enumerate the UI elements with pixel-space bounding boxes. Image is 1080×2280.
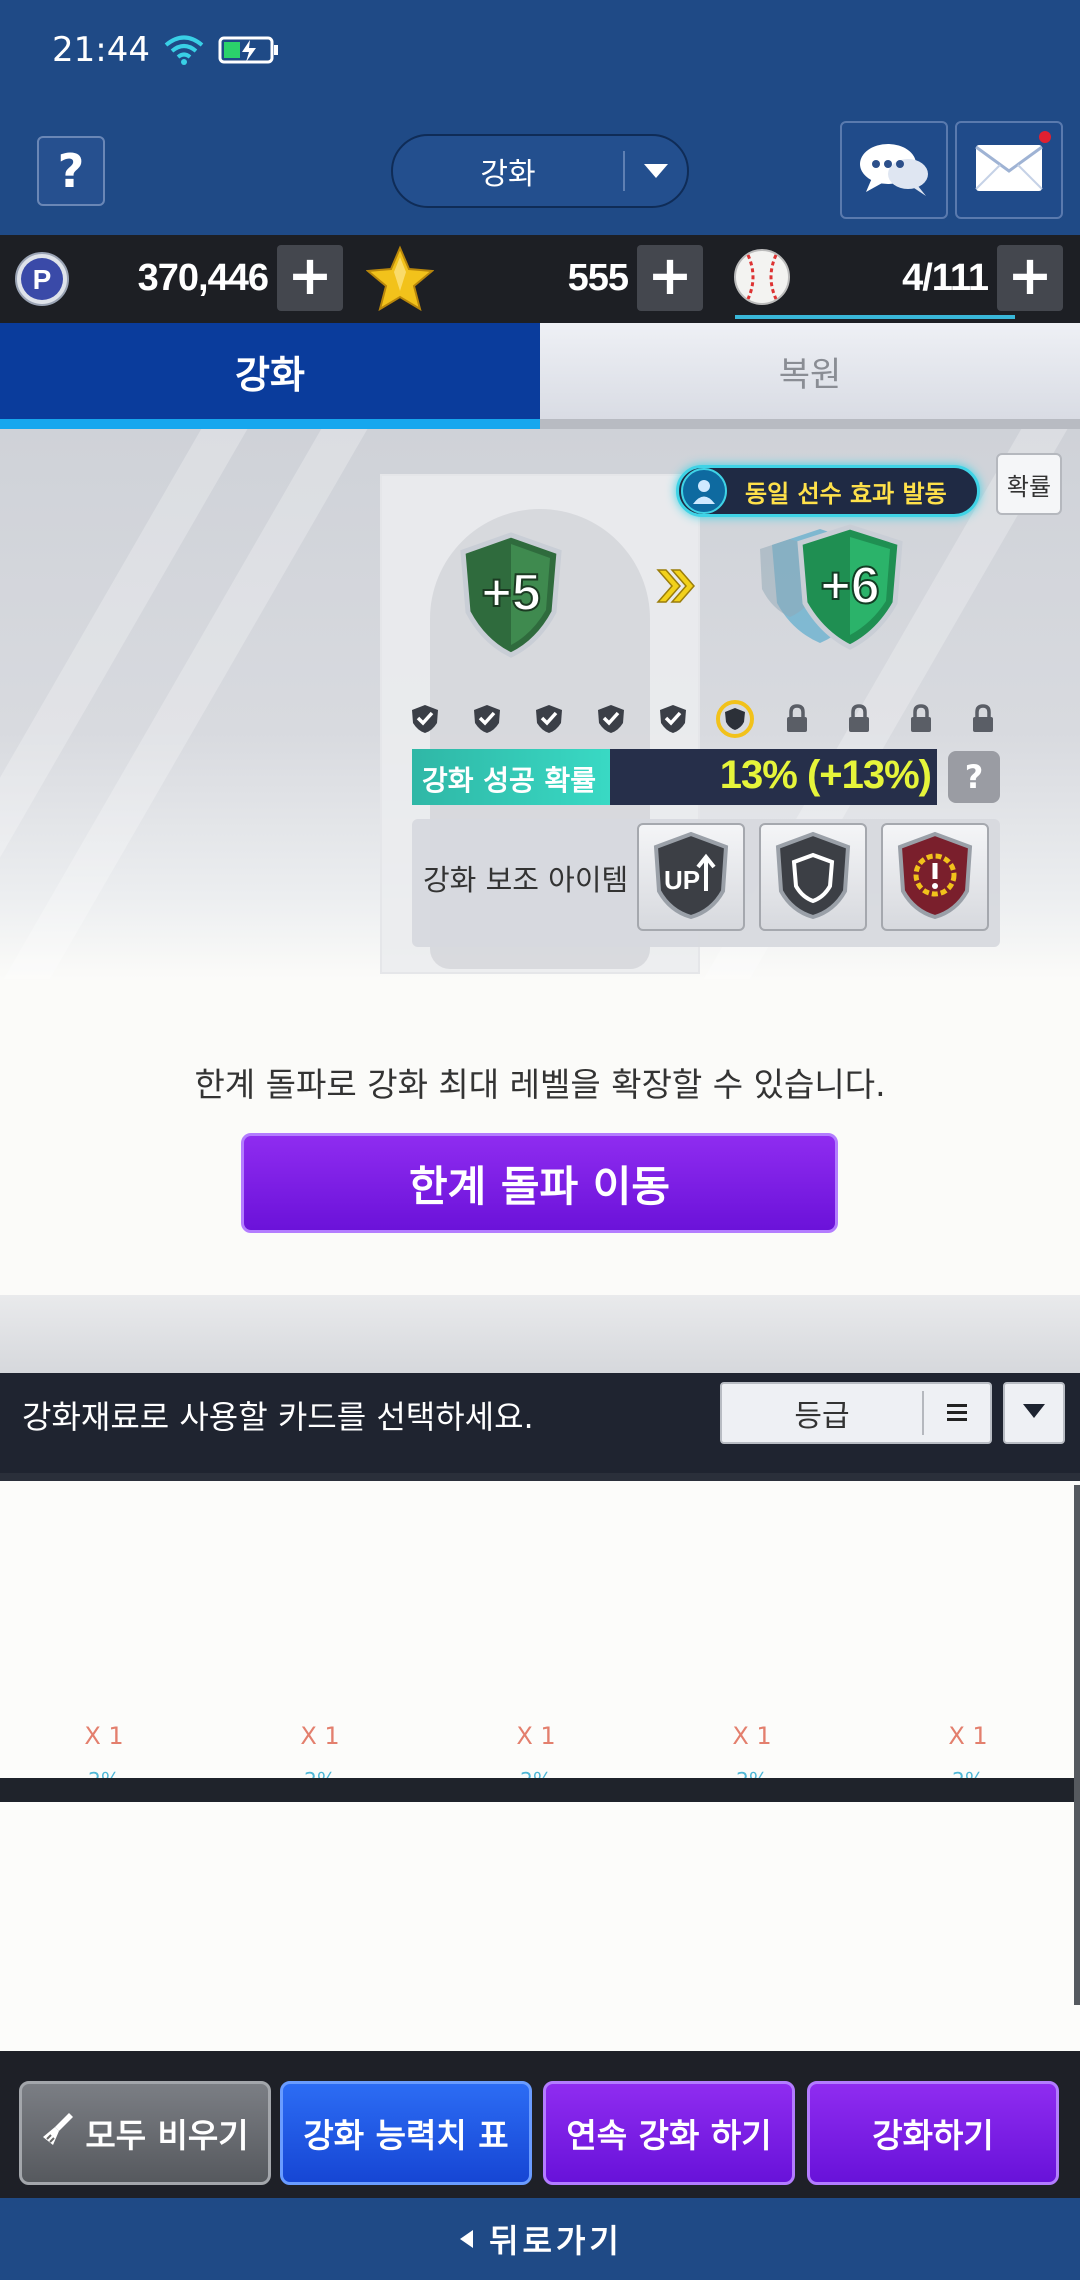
level-checked-icon [591, 699, 631, 739]
chevron-down-icon [1021, 1402, 1047, 1424]
broom-icon [41, 2111, 75, 2155]
tab-bar: 강화 복원 [0, 323, 1080, 429]
aux-item-shield[interactable] [759, 823, 867, 931]
enhance-stage: 동일 선수 효과 발동 확률 +5 +6 강화 성공 확률 13% (+13%)… [0, 429, 1080, 979]
add-points-button[interactable]: + [277, 245, 343, 311]
mail-icon [974, 143, 1044, 197]
clear-all-button[interactable]: 모두 비우기 [19, 2081, 271, 2185]
sort-label: 등급 [794, 1399, 850, 1434]
tab-enhance[interactable]: 강화 [0, 323, 540, 429]
svg-text:P: P [33, 264, 52, 295]
cards-underline [735, 315, 1015, 319]
slot-count: X 1 [516, 1722, 556, 1750]
chevron-right-icon [656, 568, 696, 608]
same-player-badge-label: 동일 선수 효과 발동 [745, 479, 947, 508]
lock-icon [963, 699, 1003, 739]
material-bar-edge [0, 1473, 1080, 1481]
chevron-left-icon [457, 2220, 475, 2258]
points-value: 370,446 [137, 257, 269, 299]
shield-item-icon [774, 831, 852, 923]
currency-bar: P 370,446 + 555 + 4/111 + [0, 235, 1080, 323]
material-card-grid[interactable] [0, 1481, 1080, 2051]
cards-value: 4/111 [902, 257, 989, 299]
slot-count: X 1 [732, 1722, 772, 1750]
material-instruction: 강화재료로 사용할 카드를 선택하세요. [22, 1398, 534, 1436]
grid-row-separator [0, 1778, 1080, 1802]
current-level-shield: +5 [458, 532, 564, 662]
baseball-icon [732, 247, 792, 311]
aux-item-up[interactable]: UP [637, 823, 745, 931]
mode-dropdown-label: 강화 [480, 157, 536, 192]
level-checked-icon [467, 699, 507, 739]
success-rate-bar: 강화 성공 확률 13% (+13%) [412, 749, 937, 805]
level-checked-icon [529, 699, 569, 739]
grid-scrollbar[interactable] [1074, 1485, 1080, 2005]
slot-count: X 1 [948, 1722, 988, 1750]
continuous-enhance-button[interactable]: 연속 강화 하기 [543, 2081, 795, 2185]
success-rate-value: 13% (+13%) [719, 753, 932, 797]
current-level-text: +5 [481, 564, 540, 622]
wifi-icon [164, 34, 204, 66]
warning-item-icon [896, 831, 974, 923]
chat-icon [856, 136, 932, 204]
up-item-icon: UP [652, 831, 730, 923]
mode-dropdown[interactable]: 강화 [391, 134, 689, 208]
lock-icon [777, 699, 817, 739]
help-button[interactable]: ? [37, 136, 105, 206]
list-icon [924, 1402, 990, 1424]
limit-break-message: 한계 돌파로 강화 최대 레벨을 확장할 수 있습니다. [194, 1065, 886, 1104]
chevron-down-icon [625, 162, 687, 180]
add-cards-button[interactable]: + [997, 245, 1063, 311]
status-time: 21:44 [52, 30, 150, 70]
slot-count: X 1 [300, 1722, 340, 1750]
status-bar: 21:44 [52, 30, 280, 70]
stat-table-button[interactable]: 강화 능력치 표 [280, 2081, 532, 2185]
level-checked-icon [653, 699, 693, 739]
notification-dot [1039, 131, 1051, 143]
section-divider [0, 1295, 1080, 1373]
aux-item-label: 강화 보조 아이템 [423, 863, 629, 897]
sort-select[interactable]: 등급 [720, 1382, 992, 1444]
battery-icon [218, 34, 280, 66]
aux-item-warning[interactable] [881, 823, 989, 931]
stars-value: 555 [567, 257, 629, 299]
enhance-button[interactable]: 강화하기 [807, 2081, 1059, 2185]
point-coin-icon: P [14, 251, 70, 311]
svg-text:UP: UP [664, 865, 700, 895]
lock-icon [901, 699, 941, 739]
same-player-badge: 동일 선수 효과 발동 [676, 465, 980, 517]
next-level-shield: +6 [750, 519, 920, 663]
next-level-text: +6 [820, 557, 879, 615]
mail-button[interactable] [955, 121, 1063, 219]
success-rate-help-button[interactable]: ? [948, 751, 1000, 803]
chat-button[interactable] [840, 121, 948, 219]
sort-dropdown-button[interactable] [1003, 1382, 1065, 1444]
tab-restore[interactable]: 복원 [540, 323, 1080, 429]
success-rate-label: 강화 성공 확률 [422, 764, 597, 797]
star-icon [365, 245, 435, 317]
back-label: 뒤로가기 [489, 2222, 623, 2260]
level-track [405, 699, 1003, 739]
player-icon [681, 468, 727, 514]
level-checked-icon [405, 699, 445, 739]
level-current-icon [715, 699, 755, 739]
add-stars-button[interactable]: + [637, 245, 703, 311]
limit-break-button[interactable]: 한계 돌파 이동 [241, 1133, 838, 1233]
slot-count: X 1 [84, 1722, 124, 1750]
probability-button[interactable]: 확률 [996, 453, 1062, 515]
clear-all-label: 모두 비우기 [85, 2116, 249, 2155]
back-bar[interactable]: 뒤로가기 [0, 2198, 1080, 2280]
lock-icon [839, 699, 879, 739]
